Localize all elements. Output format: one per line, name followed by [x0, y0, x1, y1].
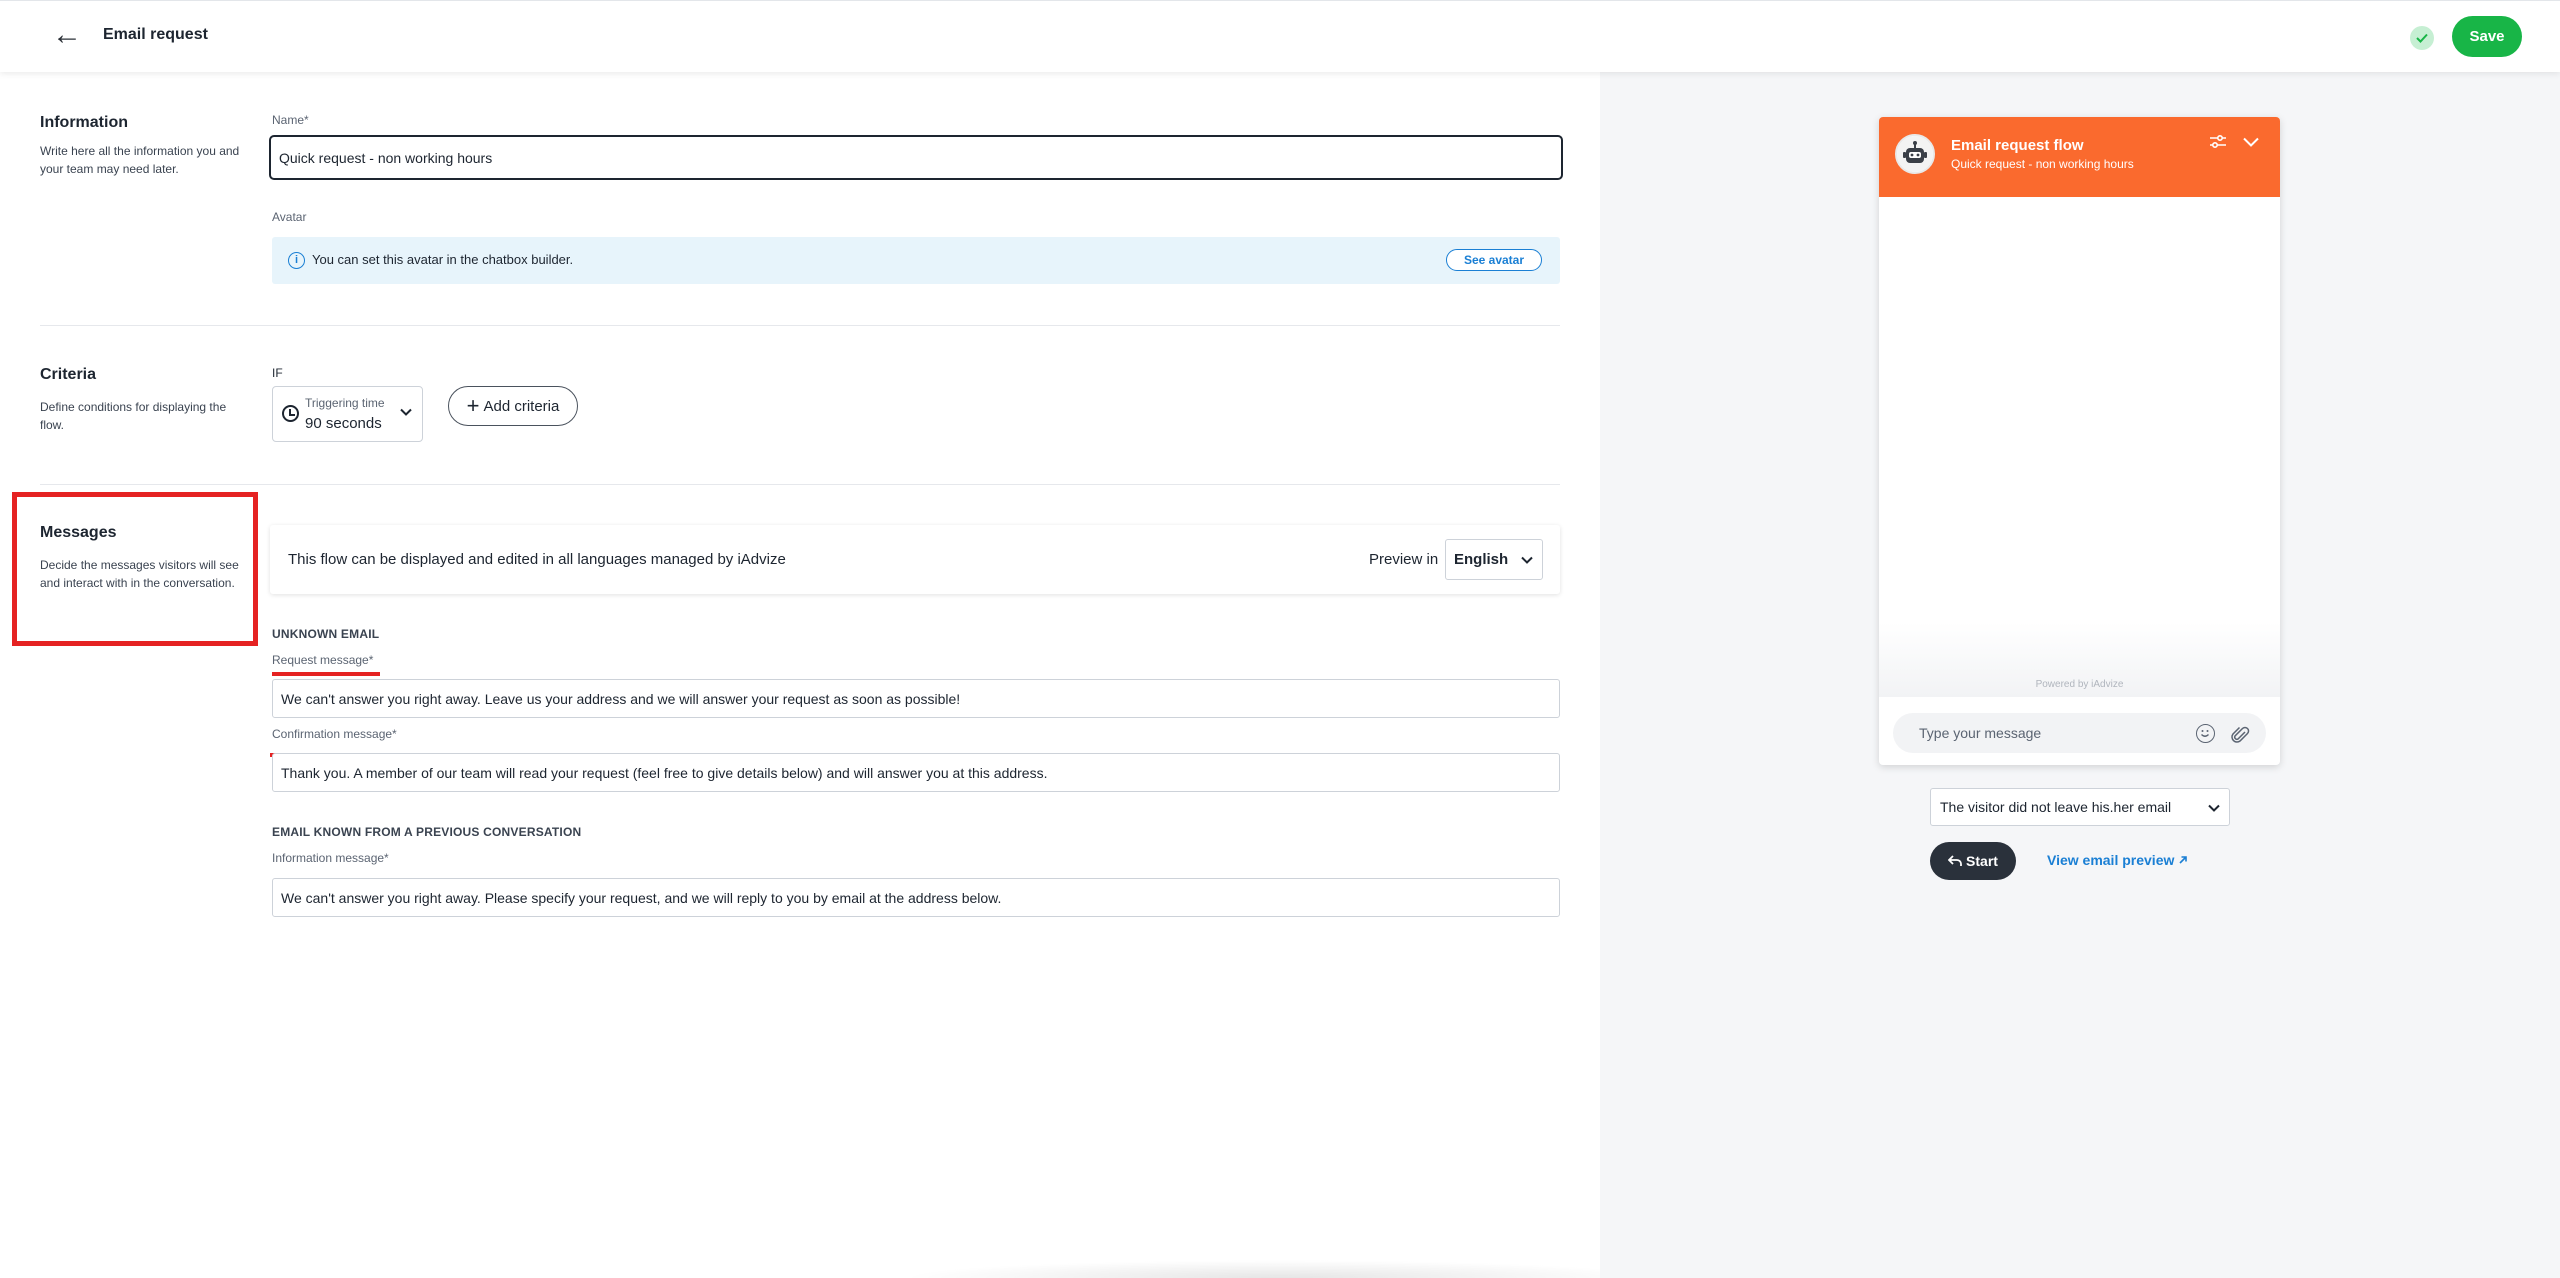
trigger-value: 90 seconds — [305, 415, 382, 432]
see-avatar-button[interactable]: See avatar — [1446, 249, 1542, 271]
information-title: Information — [40, 114, 128, 131]
information-message-label: Information message* — [272, 851, 389, 865]
language-info-text: This flow can be displayed and edited in… — [288, 551, 786, 568]
check-circle-icon — [2410, 26, 2434, 50]
avatar-info-banner: i You can set this avatar in the chatbox… — [272, 237, 1560, 284]
save-button[interactable]: Save — [2452, 16, 2522, 57]
request-message-label: Request message* — [272, 653, 374, 667]
criteria-title: Criteria — [40, 366, 97, 383]
section-divider — [40, 325, 1560, 326]
view-email-preview-link[interactable]: View email preview — [2047, 852, 2188, 868]
messages-title: Messages — [40, 524, 117, 541]
language-card: This flow can be displayed and edited in… — [270, 525, 1560, 594]
add-criteria-label: Add criteria — [483, 397, 560, 415]
emoji-icon[interactable] — [2196, 724, 2215, 743]
confirmation-message-label: Confirmation message* — [272, 727, 397, 741]
scenario-value: The visitor did not leave his.her email — [1940, 799, 2172, 815]
confirmation-message-input[interactable]: Thank you. A member of our team will rea… — [272, 753, 1560, 792]
start-button[interactable]: Start — [1930, 842, 2016, 880]
information-message-input[interactable]: We can't answer you right away. Please s… — [272, 878, 1560, 917]
chevron-down-icon — [2208, 804, 2220, 812]
if-label: IF — [272, 366, 283, 380]
preview-in-label: Preview in — [1369, 551, 1439, 568]
chat-title: Email request flow — [1951, 137, 2084, 154]
messages-description: Decide the messages visitors will see an… — [40, 558, 239, 590]
paperclip-icon[interactable] — [2230, 724, 2250, 744]
confirmation-message-value: Thank you. A member of our team will rea… — [281, 764, 1048, 781]
known-email-heading: EMAIL KNOWN FROM A PREVIOUS CONVERSATION — [272, 825, 582, 839]
clock-icon — [282, 405, 299, 422]
top-bar: ← Email request Save — [0, 0, 2560, 72]
avatar-info-text: You can set this avatar in the chatbox b… — [312, 252, 574, 267]
chat-header: Email request flow Quick request - non w… — [1879, 117, 2280, 197]
powered-by-text: Powered by iAdvize — [2035, 679, 2124, 690]
chevron-down-icon — [1521, 556, 1533, 564]
plus-icon: + — [466, 393, 480, 418]
bot-avatar — [1895, 134, 1935, 174]
name-input[interactable]: Quick request - non working hours — [269, 135, 1563, 180]
section-divider — [40, 484, 1560, 485]
view-email-preview-label: View email preview — [2047, 852, 2175, 868]
page-bottom-shadow — [900, 1260, 1660, 1278]
avatar-label: Avatar — [272, 210, 307, 224]
back-arrow-icon[interactable]: ← — [52, 20, 82, 51]
preview-language-value: English — [1454, 551, 1509, 568]
name-input-value: Quick request - non working hours — [279, 149, 493, 166]
chat-message-input[interactable]: Type your message — [1893, 713, 2266, 753]
unknown-email-heading: UNKNOWN EMAIL — [272, 627, 380, 641]
name-label: Name* — [272, 113, 309, 127]
reply-arrow-icon — [1948, 855, 1962, 866]
scenario-select[interactable]: The visitor did not leave his.her email — [1930, 788, 2230, 826]
preview-language-select[interactable]: English — [1445, 539, 1543, 580]
page-title: Email request — [103, 26, 208, 43]
trigger-label: Triggering time — [305, 396, 385, 410]
editor-panel: Information Write here all the informati… — [0, 72, 1660, 1278]
chevron-down-icon — [400, 408, 412, 416]
add-criteria-button[interactable]: + Add criteria — [448, 386, 578, 426]
chat-subtitle: Quick request - non working hours — [1951, 157, 2134, 171]
request-message-input[interactable]: We can't answer you right away. Leave us… — [272, 679, 1560, 718]
preview-panel: Email request flow Quick request - non w… — [1600, 72, 2560, 1278]
info-icon: i — [288, 252, 305, 269]
triggering-time-select[interactable]: Triggering time 90 seconds — [272, 386, 423, 442]
request-message-value: We can't answer you right away. Leave us… — [281, 690, 961, 707]
criteria-description: Define conditions for displaying the flo… — [40, 400, 227, 432]
request-label-underline — [272, 672, 380, 676]
chat-input-placeholder: Type your message — [1919, 725, 2042, 741]
sliders-icon[interactable] — [2209, 133, 2227, 151]
chatbox-preview: Email request flow Quick request - non w… — [1879, 117, 2280, 765]
chat-body — [1879, 197, 2280, 697]
chevron-down-icon[interactable] — [2243, 134, 2259, 150]
information-description: Write here all the information you and y… — [40, 144, 240, 176]
information-message-value: We can't answer you right away. Please s… — [281, 889, 1002, 906]
external-arrow-icon — [2179, 856, 2188, 864]
start-label: Start — [1966, 853, 1998, 869]
